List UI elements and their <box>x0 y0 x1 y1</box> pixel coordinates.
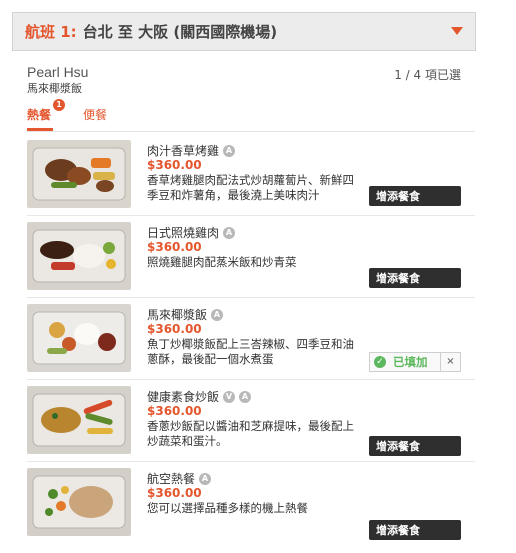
meal-name-text: 馬來椰漿飯 <box>147 308 208 322</box>
meal-tabs: 熱餐 1 便餐 <box>27 99 475 132</box>
allergen-info-icon[interactable]: A <box>223 144 236 157</box>
vegetarian-info-icon[interactable]: V <box>223 390 236 403</box>
tab-light-meal[interactable]: 便餐 <box>83 106 107 123</box>
selection-count: 1 / 4 項已選 <box>394 68 461 82</box>
passenger-name: Pearl Hsu <box>27 64 89 80</box>
meal-row: 肉汁香草烤雞 A $360.00 香草烤雞腿肉配法式炒胡蘿蔔片、新鮮四季豆和炸薯… <box>27 134 475 216</box>
meal-name: 日式照燒雞肉 A <box>147 224 236 241</box>
tab-badge: 1 <box>53 99 65 111</box>
chevron-down-icon[interactable] <box>451 27 463 35</box>
meal-name: 肉汁香草烤雞 A <box>147 142 236 159</box>
meal-name-text: 日式照燒雞肉 <box>147 226 220 240</box>
meal-row: 航空熱餐 A $360.00 您可以選擇品種多樣的機上熱餐 增添餐食 <box>27 462 475 544</box>
allergen-info-icon[interactable]: A <box>239 390 252 403</box>
add-meal-button[interactable]: 增添餐食 <box>369 268 461 288</box>
meal-name: 健康素食炒飯 V A <box>147 388 252 405</box>
tab-hot-meal-label: 熱餐 <box>27 108 52 122</box>
meal-row: 馬來椰漿飯 A $360.00 魚丁炒椰漿飯配上三峇辣椒、四季豆和油蔥酥，最後配… <box>27 298 475 380</box>
meal-price: $360.00 <box>147 158 202 172</box>
meal-photo-vegetarian-fried-rice <box>27 386 131 454</box>
meal-price: $360.00 <box>147 404 202 418</box>
allergen-info-icon[interactable]: A <box>211 308 224 321</box>
meal-name: 航空熱餐 A <box>147 470 212 487</box>
meal-photo-teriyaki-chicken <box>27 222 131 290</box>
meal-name-text: 肉汁香草烤雞 <box>147 144 220 158</box>
flight-route: 台北 至 大阪 (關西國際機場) <box>82 23 278 41</box>
check-icon: ✓ <box>374 356 386 368</box>
allergen-info-icon[interactable]: A <box>223 226 236 239</box>
add-meal-button[interactable]: 增添餐食 <box>369 436 461 456</box>
active-tab-indicator <box>27 128 53 131</box>
meal-description: 您可以選擇品種多樣的機上熱餐 <box>147 501 308 515</box>
meal-description: 魚丁炒椰漿飯配上三峇辣椒、四季豆和油蔥酥，最後配一個水煮蛋 <box>147 337 354 366</box>
tab-hot-meal[interactable]: 熱餐 1 <box>27 99 65 123</box>
meal-name: 馬來椰漿飯 A <box>147 306 224 323</box>
remove-meal-button[interactable]: × <box>440 353 460 371</box>
meal-price: $360.00 <box>147 486 202 500</box>
meal-photo-roast-chicken <box>27 140 131 208</box>
meal-added-status: ✓ 已填加 × <box>369 352 461 372</box>
meal-photo-airline-hot-meal <box>27 468 131 536</box>
meal-photo-nasi-lemak <box>27 304 131 372</box>
added-label: 已填加 <box>393 355 428 369</box>
add-meal-button[interactable]: 增添餐食 <box>369 520 461 540</box>
passenger-selected-meal: 馬來椰漿飯 <box>27 82 82 95</box>
meal-price: $360.00 <box>147 322 202 336</box>
meal-name-text: 航空熱餐 <box>147 472 196 486</box>
flight-label: 航班 1: <box>25 23 77 41</box>
allergen-info-icon[interactable]: A <box>199 472 212 485</box>
flight-header[interactable]: 航班 1: 台北 至 大阪 (關西國際機場) <box>12 12 476 51</box>
meal-description: 香草烤雞腿肉配法式炒胡蘿蔔片、新鮮四季豆和炸薯角，最後澆上美味肉汁 <box>147 173 354 202</box>
meal-row: 健康素食炒飯 V A $360.00 香蔥炒飯配以醬油和芝麻提味，最後配上炒蔬菜… <box>27 380 475 462</box>
meal-price: $360.00 <box>147 240 202 254</box>
meal-description: 香蔥炒飯配以醬油和芝麻提味，最後配上炒蔬菜和蛋汁。 <box>147 419 354 448</box>
meal-description: 照燒雞腿肉配蒸米飯和炒青菜 <box>147 255 297 269</box>
add-meal-button[interactable]: 增添餐食 <box>369 186 461 206</box>
meal-row: 日式照燒雞肉 A $360.00 照燒雞腿肉配蒸米飯和炒青菜 增添餐食 <box>27 216 475 298</box>
meal-name-text: 健康素食炒飯 <box>147 390 220 404</box>
